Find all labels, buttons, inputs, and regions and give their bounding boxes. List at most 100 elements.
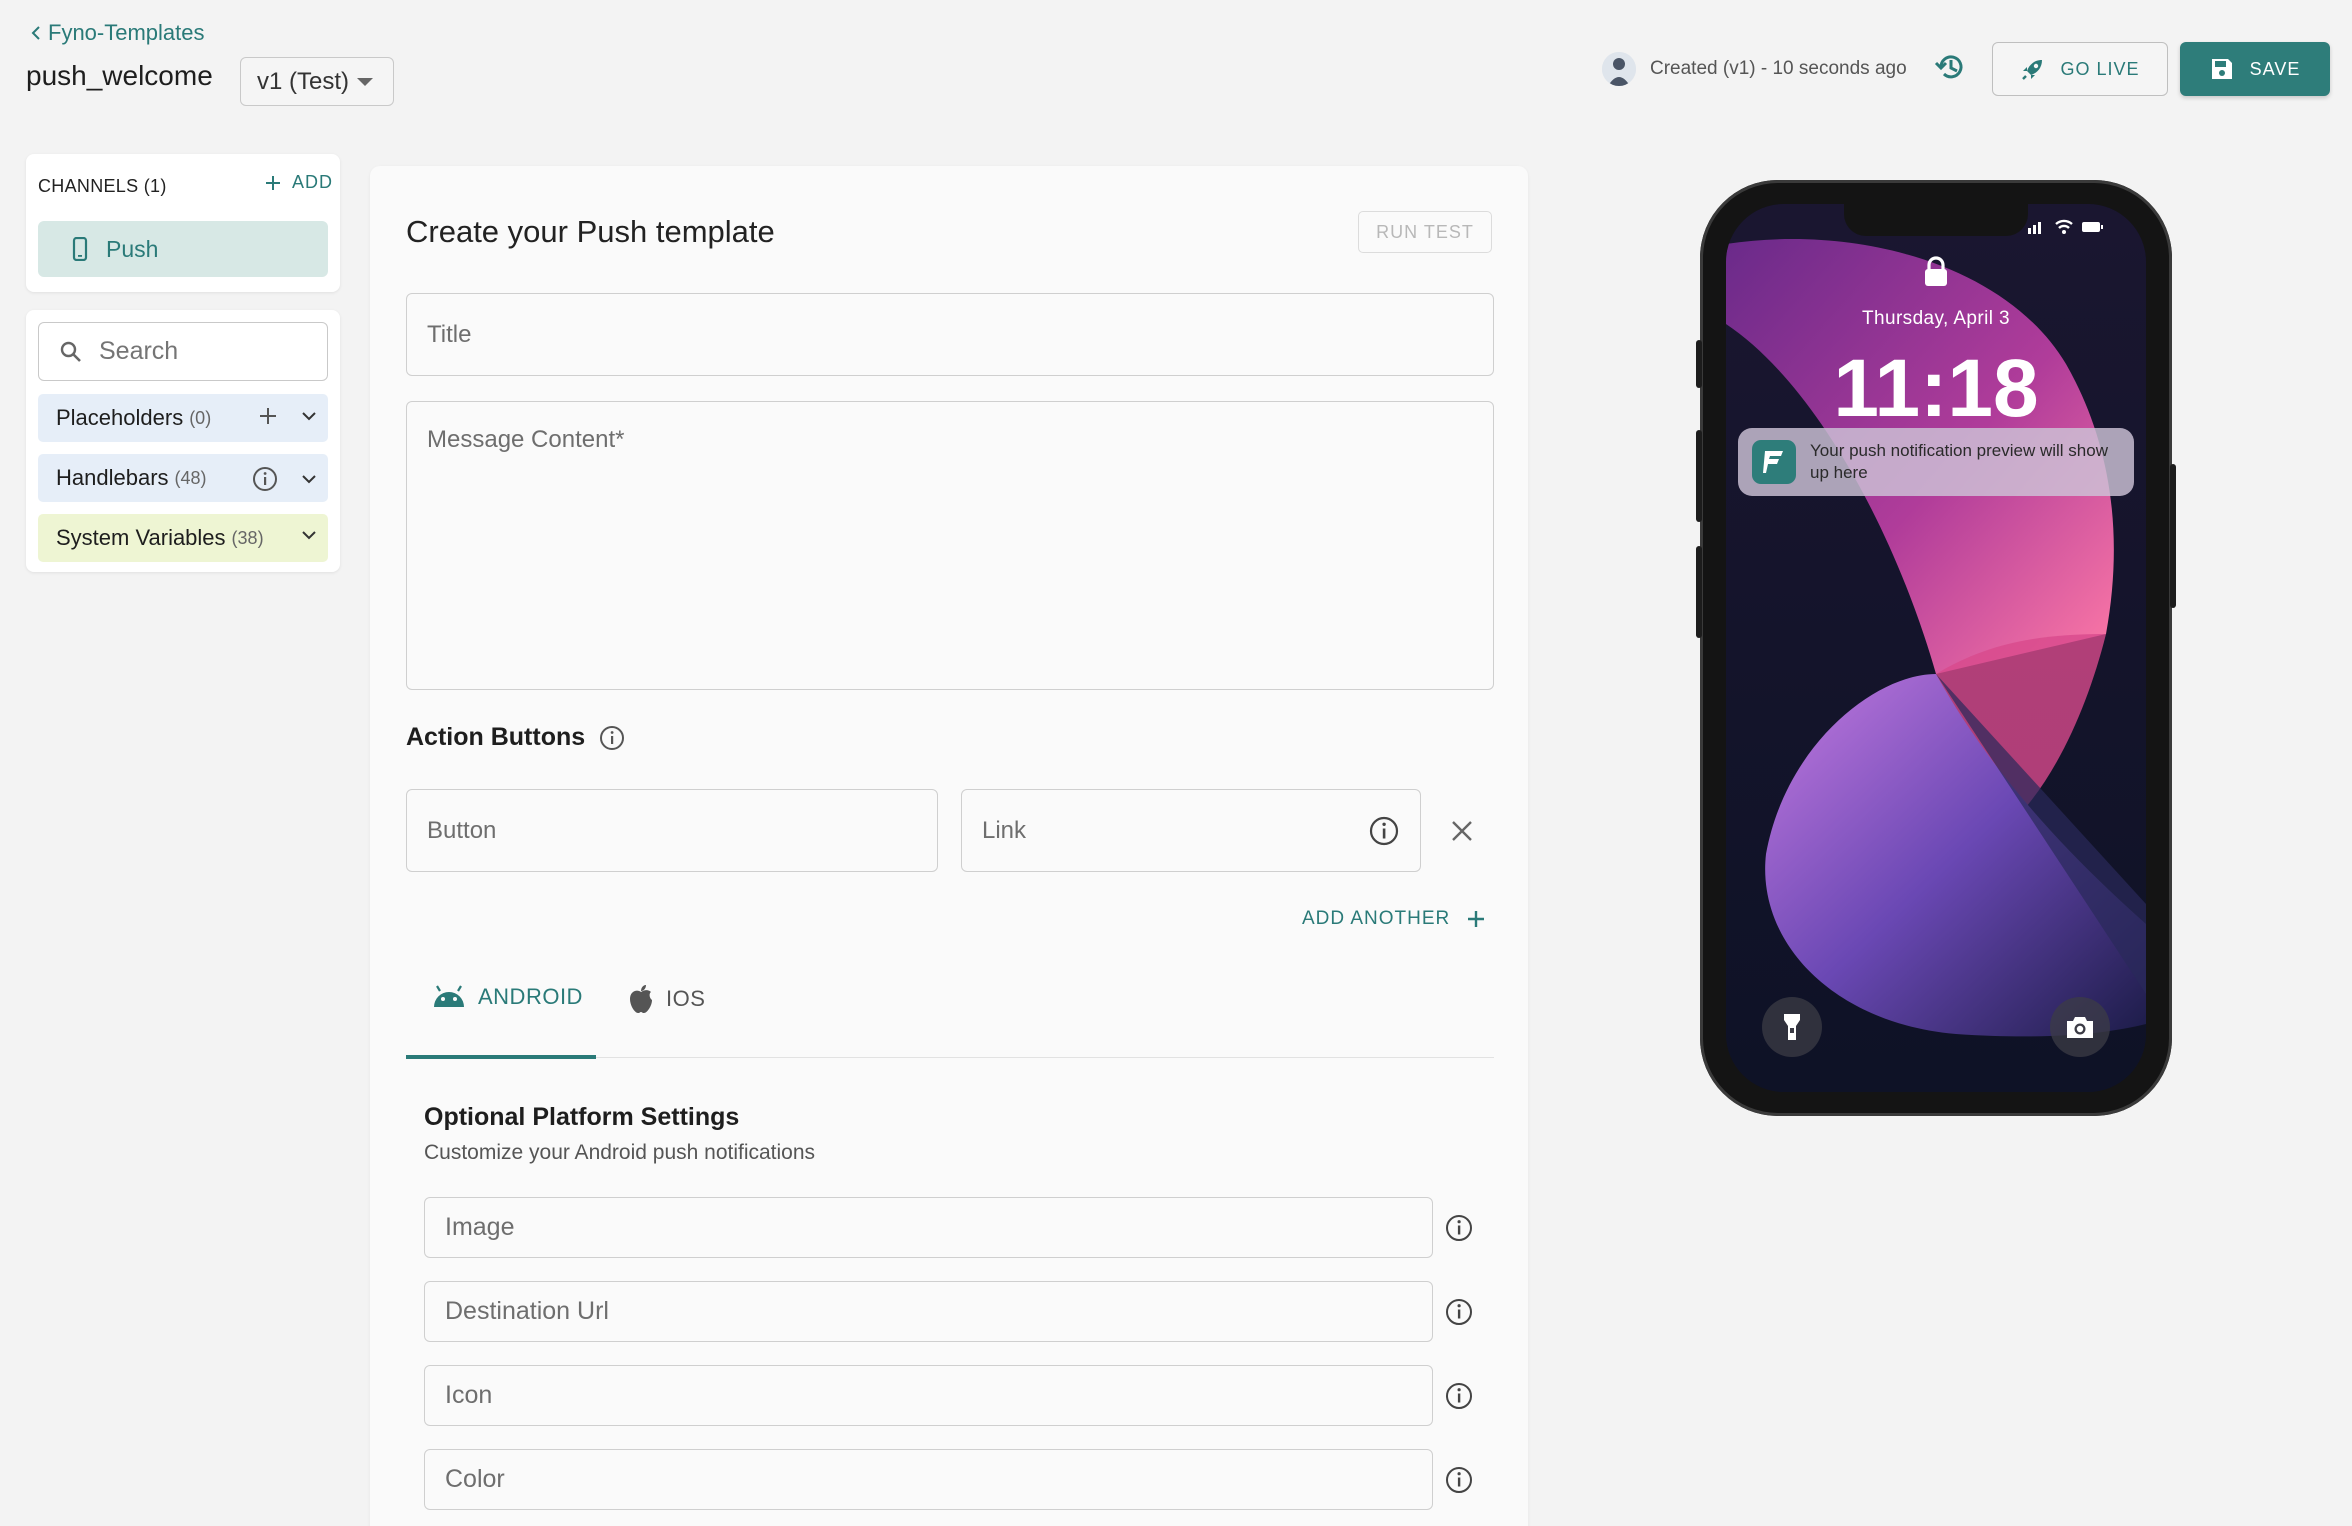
destination-url-input[interactable]: Destination Url bbox=[424, 1281, 1433, 1342]
android-icon bbox=[432, 985, 466, 1009]
placeholders-row[interactable]: Placeholders (0) bbox=[38, 394, 328, 442]
color-input[interactable]: Color bbox=[424, 1449, 1433, 1510]
caret-down-icon bbox=[357, 77, 373, 86]
info-icon[interactable] bbox=[1368, 815, 1400, 847]
chevron-left-icon bbox=[30, 25, 42, 41]
system-variables-count: (38) bbox=[231, 527, 264, 548]
active-tab-indicator bbox=[406, 1055, 596, 1059]
handlebars-count: (48) bbox=[174, 467, 207, 488]
tab-android[interactable]: ANDROID bbox=[432, 984, 583, 1010]
handlebars-label: Handlebars bbox=[56, 465, 169, 490]
phone-preview: Thursday, April 3 11:18 Your push notifi… bbox=[1696, 180, 2176, 1116]
info-icon[interactable] bbox=[1444, 1381, 1474, 1411]
placeholders-count: (0) bbox=[189, 407, 212, 428]
message-placeholder: Message Content* bbox=[427, 426, 625, 453]
status-info: Created (v1) - 10 seconds ago bbox=[1602, 52, 1907, 86]
version-select-value: v1 (Test) bbox=[257, 67, 350, 95]
title-placeholder: Title bbox=[427, 320, 472, 348]
phone-icon bbox=[72, 237, 88, 261]
plus-icon bbox=[264, 174, 282, 192]
notification-preview: Your push notification preview will show… bbox=[1738, 428, 2134, 496]
rocket-icon bbox=[2020, 56, 2046, 82]
image-input[interactable]: Image bbox=[424, 1197, 1433, 1258]
chevron-down-icon[interactable] bbox=[300, 407, 318, 425]
lockscreen-time: 11:18 bbox=[1833, 343, 2039, 434]
back-link-label: Fyno-Templates bbox=[48, 20, 205, 45]
channels-header: CHANNELS (1) bbox=[38, 176, 167, 196]
phone-side-button bbox=[2170, 464, 2176, 608]
back-link[interactable]: Fyno-Templates bbox=[30, 20, 205, 46]
channels-panel: CHANNELS (1) ADD Push bbox=[26, 154, 340, 292]
add-channel-label: ADD bbox=[292, 172, 334, 192]
tab-android-label: ANDROID bbox=[478, 984, 583, 1009]
history-icon[interactable] bbox=[1932, 48, 1970, 86]
action-buttons-heading: Action Buttons bbox=[406, 723, 625, 752]
info-icon[interactable] bbox=[1444, 1213, 1474, 1243]
channel-item-push[interactable]: Push bbox=[38, 221, 328, 277]
destination-url-placeholder: Destination Url bbox=[445, 1297, 609, 1325]
channel-item-label: Push bbox=[106, 235, 159, 262]
icon-input[interactable]: Icon bbox=[424, 1365, 1433, 1426]
icon-placeholder: Icon bbox=[445, 1381, 493, 1409]
phone-side-button bbox=[1696, 430, 1702, 522]
info-icon[interactable] bbox=[1444, 1465, 1474, 1495]
info-icon[interactable] bbox=[1444, 1297, 1474, 1327]
phone-side-button bbox=[1696, 340, 1702, 388]
chevron-down-icon[interactable] bbox=[300, 470, 318, 488]
link-placeholder: Link bbox=[982, 816, 1027, 844]
run-test-button[interactable]: RUN TEST bbox=[1358, 211, 1492, 253]
search-placeholder: Search bbox=[99, 337, 179, 365]
optional-settings-subtitle: Customize your Android push notification… bbox=[424, 1141, 816, 1164]
add-another-button[interactable]: ADD ANOTHER bbox=[1302, 908, 1486, 930]
phone-notch bbox=[1844, 204, 2028, 236]
phone-screen: Thursday, April 3 11:18 Your push notifi… bbox=[1726, 204, 2146, 1092]
placeholders-label: Placeholders bbox=[56, 405, 184, 430]
variables-panel: Search Placeholders (0) Handlebars (48) bbox=[26, 310, 340, 572]
message-content-textarea[interactable]: Message Content* bbox=[406, 401, 1494, 690]
editor-title: Create your Push template bbox=[406, 214, 775, 249]
action-link-input[interactable]: Link bbox=[961, 789, 1421, 872]
status-bar-icons bbox=[2026, 216, 2116, 236]
avatar bbox=[1602, 52, 1636, 86]
add-another-label: ADD ANOTHER bbox=[1302, 908, 1451, 929]
title-input[interactable]: Title bbox=[406, 293, 1494, 376]
tab-ios[interactable]: IOS bbox=[628, 984, 705, 1014]
go-live-label: GO LIVE bbox=[2060, 58, 2140, 79]
plus-icon bbox=[1466, 909, 1486, 929]
system-variables-label: System Variables bbox=[56, 525, 226, 550]
search-icon bbox=[59, 340, 83, 364]
optional-settings-title: Optional Platform Settings bbox=[424, 1103, 740, 1131]
info-icon[interactable] bbox=[599, 725, 625, 751]
tab-ios-label: IOS bbox=[666, 986, 706, 1011]
camera-icon bbox=[2050, 997, 2110, 1057]
lock-icon bbox=[1922, 256, 1950, 288]
system-variables-row[interactable]: System Variables (38) bbox=[38, 514, 328, 562]
status-text: Created (v1) - 10 seconds ago bbox=[1650, 58, 1907, 79]
add-channel-button[interactable]: ADD bbox=[264, 172, 333, 193]
info-icon[interactable] bbox=[252, 466, 278, 492]
remove-action-button-icon[interactable] bbox=[1446, 815, 1478, 847]
variables-search[interactable]: Search bbox=[38, 322, 328, 381]
go-live-button[interactable]: GO LIVE bbox=[1992, 42, 2168, 96]
lockscreen-wallpaper bbox=[1726, 204, 2146, 1092]
color-placeholder: Color bbox=[445, 1465, 505, 1493]
phone-side-button bbox=[1696, 546, 1702, 638]
flashlight-icon bbox=[1762, 997, 1822, 1057]
image-placeholder: Image bbox=[445, 1213, 515, 1241]
button-placeholder: Button bbox=[427, 816, 497, 844]
version-select[interactable]: v1 (Test) bbox=[240, 57, 394, 106]
platform-tabs: ANDROID IOS bbox=[406, 962, 1494, 1059]
handlebars-row[interactable]: Handlebars (48) bbox=[38, 454, 328, 502]
plus-icon[interactable] bbox=[258, 406, 278, 426]
action-button-input[interactable]: Button bbox=[406, 789, 938, 872]
action-buttons-label: Action Buttons bbox=[406, 723, 586, 751]
save-label: SAVE bbox=[2249, 58, 2301, 79]
fyno-logo-icon bbox=[1752, 440, 1796, 484]
page-title: push_welcome bbox=[26, 60, 213, 91]
save-icon bbox=[2210, 57, 2234, 81]
notification-text: Your push notification preview will show… bbox=[1810, 441, 2108, 482]
lockscreen-date: Thursday, April 3 bbox=[1862, 308, 2010, 329]
chevron-down-icon[interactable] bbox=[300, 526, 318, 544]
save-button[interactable]: SAVE bbox=[2180, 42, 2330, 96]
apple-icon bbox=[628, 984, 654, 1014]
